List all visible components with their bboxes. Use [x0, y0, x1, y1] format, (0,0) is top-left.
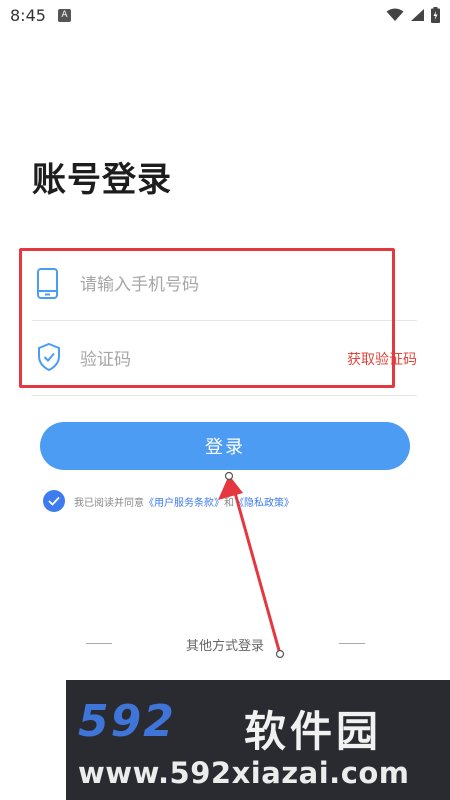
verification-code-input[interactable] — [78, 345, 342, 375]
privacy-policy-link[interactable]: 《隐私政策》 — [234, 494, 294, 509]
watermark-brand-name: 软件园 — [244, 707, 383, 756]
watermark-brand-digits: 592 — [78, 696, 176, 747]
divider-right — [339, 643, 365, 644]
get-code-button[interactable]: 获取验证码 — [347, 349, 417, 369]
page-title: 账号登录 — [32, 160, 172, 200]
code-field-row: 获取验证码 — [32, 325, 417, 396]
signal-icon — [411, 9, 424, 21]
checkmark-icon — [48, 496, 60, 506]
other-login-label[interactable]: 其他方式登录 — [0, 635, 450, 654]
phone-input[interactable] — [78, 270, 342, 300]
watermark-url: www.592xiazai.com — [78, 756, 410, 790]
agreement-row: 我已阅读并同意 《用户服务条款》 和 《隐私政策》 — [43, 490, 294, 512]
wifi-icon — [386, 8, 404, 21]
battery-icon — [431, 7, 440, 23]
status-icons — [386, 7, 440, 23]
shield-check-icon — [38, 342, 60, 372]
terms-of-service-link[interactable]: 《用户服务条款》 — [144, 494, 224, 509]
phone-field-row — [32, 250, 417, 321]
agreement-checkbox[interactable] — [43, 490, 65, 512]
site-watermark: 592 软件园 www.592xiazai.com — [66, 680, 450, 800]
status-bar: 8:45 A — [0, 0, 450, 32]
other-login-section: 其他方式登录 — [0, 626, 450, 654]
login-button[interactable]: 登录 — [40, 422, 410, 470]
mobile-phone-icon — [37, 268, 58, 299]
agreement-connector: 和 — [224, 497, 234, 509]
status-time: 8:45 — [10, 6, 46, 25]
app-notification-icon: A — [58, 9, 71, 22]
agreement-prefix: 我已阅读并同意 — [74, 497, 144, 509]
